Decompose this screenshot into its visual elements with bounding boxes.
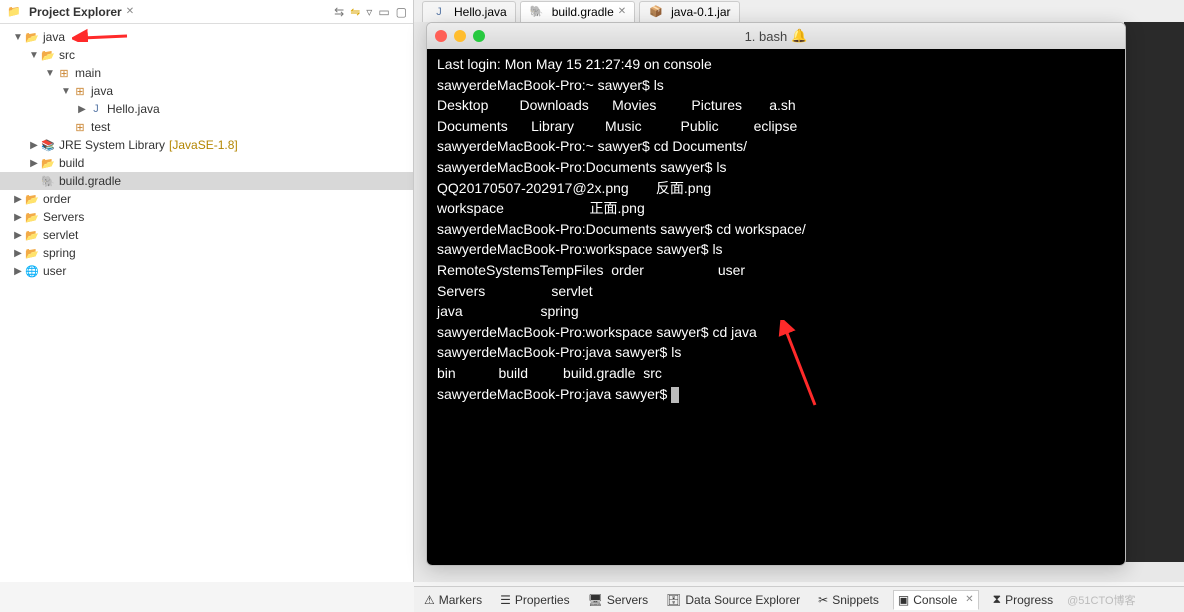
library-icon: 📚 [40, 137, 56, 153]
project-explorer-view: 📁 Project Explorer ✕ ⇆ ⇋ ▿ ▭ ▢ ▼📂java ▼📂… [0, 0, 414, 582]
terminal-line: sawyerdeMacBook-Pro:java sawyer$ [437, 386, 671, 402]
folder-icon: 📂 [24, 245, 40, 261]
terminal-line: sawyerdeMacBook-Pro:~ sawyer$ ls [437, 77, 664, 93]
gradle-icon: 🐘 [529, 4, 545, 20]
editor-tabs: JHello.java 🐘build.gradle✕ 📦java-0.1.jar [414, 0, 1184, 22]
tab-hello-java[interactable]: JHello.java [422, 1, 516, 22]
web-project-icon: 🌐 [24, 263, 40, 279]
project-icon: 📂 [24, 29, 40, 45]
bottom-view-tabs: ⚠Markers ☰Properties 🖥Servers 🗄Data Sour… [414, 586, 1184, 612]
terminal-line: sawyerdeMacBook-Pro:~ sawyer$ cd Documen… [437, 138, 747, 154]
terminal-line: sawyerdeMacBook-Pro:java sawyer$ ls [437, 344, 681, 360]
terminal-line: Servers servlet [437, 283, 593, 299]
tree-item-java-pkg[interactable]: ▼⊞java [0, 82, 413, 100]
minimize-window-button[interactable] [454, 30, 466, 42]
project-explorer-title: Project Explorer [29, 5, 122, 19]
project-explorer-header: 📁 Project Explorer ✕ ⇆ ⇋ ▿ ▭ ▢ [0, 0, 413, 24]
terminal-cursor [671, 387, 679, 403]
terminal-line: Documents Library Music Public eclipse [437, 118, 797, 134]
bell-icon: 🔔 [791, 28, 807, 44]
package-icon: ⊞ [72, 119, 88, 135]
tree-item-java-project[interactable]: ▼📂java [0, 28, 413, 46]
terminal-titlebar[interactable]: 1. bash🔔 [427, 23, 1125, 49]
terminal-title: 1. bash🔔 [745, 28, 808, 44]
tab-snippets[interactable]: ✂Snippets [814, 591, 883, 609]
minimize-icon[interactable]: ▭ [378, 5, 389, 19]
folder-icon: 📂 [40, 47, 56, 63]
terminal-line: Desktop Downloads Movies Pictures a.sh [437, 97, 796, 113]
tab-properties[interactable]: ☰Properties [496, 591, 573, 609]
tab-progress[interactable]: ⧗Progress [989, 590, 1057, 609]
project-tree[interactable]: ▼📂java ▼📂src ▼⊞main ▼⊞java ▶JHello.java … [0, 24, 413, 582]
folder-icon: 📂 [24, 227, 40, 243]
servers-icon: 🖥 [588, 593, 603, 607]
console-icon: ▣ [898, 593, 909, 607]
terminal-line: Last login: Mon May 15 21:27:49 on conso… [437, 56, 712, 72]
tree-item-jre[interactable]: ▶📚JRE System Library[JavaSE-1.8] [0, 136, 413, 154]
terminal-body[interactable]: Last login: Mon May 15 21:27:49 on conso… [427, 49, 1125, 565]
snippets-icon: ✂ [818, 593, 828, 607]
tab-java-jar[interactable]: 📦java-0.1.jar [639, 1, 739, 22]
tab-servers[interactable]: 🖥Servers [584, 591, 653, 609]
terminal-line: java spring [437, 303, 579, 319]
terminal-line: RemoteSystemsTempFiles order user [437, 262, 745, 278]
tree-item-order[interactable]: ▶📂order [0, 190, 413, 208]
tree-item-servlet[interactable]: ▶📂servlet [0, 226, 413, 244]
window-controls [435, 30, 485, 42]
project-explorer-toolbar: ⇆ ⇋ ▿ ▭ ▢ [334, 5, 407, 19]
properties-icon: ☰ [500, 593, 511, 607]
terminal-window: 1. bash🔔 Last login: Mon May 15 21:27:49… [426, 22, 1126, 566]
close-view-icon[interactable]: ✕ [126, 6, 134, 17]
collapse-all-icon[interactable]: ⇆ [334, 5, 344, 19]
progress-icon: ⧗ [993, 592, 1001, 607]
project-explorer-icon: 📁 [6, 4, 22, 20]
link-editor-icon[interactable]: ⇋ [350, 5, 360, 19]
folder-icon: 📂 [40, 155, 56, 171]
close-tab-icon[interactable]: ✕ [618, 6, 626, 17]
tree-item-build[interactable]: ▶📂build [0, 154, 413, 172]
maximize-icon[interactable]: ▢ [396, 5, 407, 19]
maximize-window-button[interactable] [473, 30, 485, 42]
tree-item-build-gradle[interactable]: 🐘build.gradle [0, 172, 413, 190]
tree-item-test[interactable]: ⊞test [0, 118, 413, 136]
jar-icon: 📦 [648, 4, 664, 20]
tree-item-user[interactable]: ▶🌐user [0, 262, 413, 280]
tab-build-gradle[interactable]: 🐘build.gradle✕ [520, 1, 635, 22]
terminal-line: sawyerdeMacBook-Pro:Documents sawyer$ cd… [437, 221, 806, 237]
editor-dark-area [1124, 22, 1184, 562]
tab-console[interactable]: ▣Console✕ [893, 590, 979, 610]
close-view-icon[interactable]: ✕ [965, 594, 973, 605]
tab-markers[interactable]: ⚠Markers [420, 591, 486, 609]
java-file-icon: J [88, 101, 104, 117]
terminal-line: sawyerdeMacBook-Pro:workspace sawyer$ cd… [437, 324, 757, 340]
tree-item-hello-java[interactable]: ▶JHello.java [0, 100, 413, 118]
tree-item-servers[interactable]: ▶📂Servers [0, 208, 413, 226]
database-icon: 🗄 [666, 593, 681, 607]
close-window-button[interactable] [435, 30, 447, 42]
package-icon: ⊞ [72, 83, 88, 99]
tab-data-source-explorer[interactable]: 🗄Data Source Explorer [662, 591, 804, 609]
terminal-line: sawyerdeMacBook-Pro:Documents sawyer$ ls [437, 159, 726, 175]
gradle-icon: 🐘 [40, 173, 56, 189]
markers-icon: ⚠ [424, 593, 435, 607]
folder-icon: 📂 [24, 191, 40, 207]
tree-item-main[interactable]: ▼⊞main [0, 64, 413, 82]
source-folder-icon: ⊞ [56, 65, 72, 81]
view-menu-icon[interactable]: ▿ [366, 5, 372, 19]
terminal-line: QQ20170507-202917@2x.png 反面.png [437, 180, 711, 196]
tree-item-spring[interactable]: ▶📂spring [0, 244, 413, 262]
terminal-line: workspace 正面.png [437, 200, 645, 216]
terminal-line: sawyerdeMacBook-Pro:workspace sawyer$ ls [437, 241, 723, 257]
tree-item-src[interactable]: ▼📂src [0, 46, 413, 64]
java-file-icon: J [431, 4, 447, 20]
editor-area: JHello.java 🐘build.gradle✕ 📦java-0.1.jar… [414, 0, 1184, 582]
terminal-line: bin build build.gradle src [437, 365, 662, 381]
watermark: @51CTO博客 [1067, 592, 1135, 608]
server-icon: 📂 [24, 209, 40, 225]
